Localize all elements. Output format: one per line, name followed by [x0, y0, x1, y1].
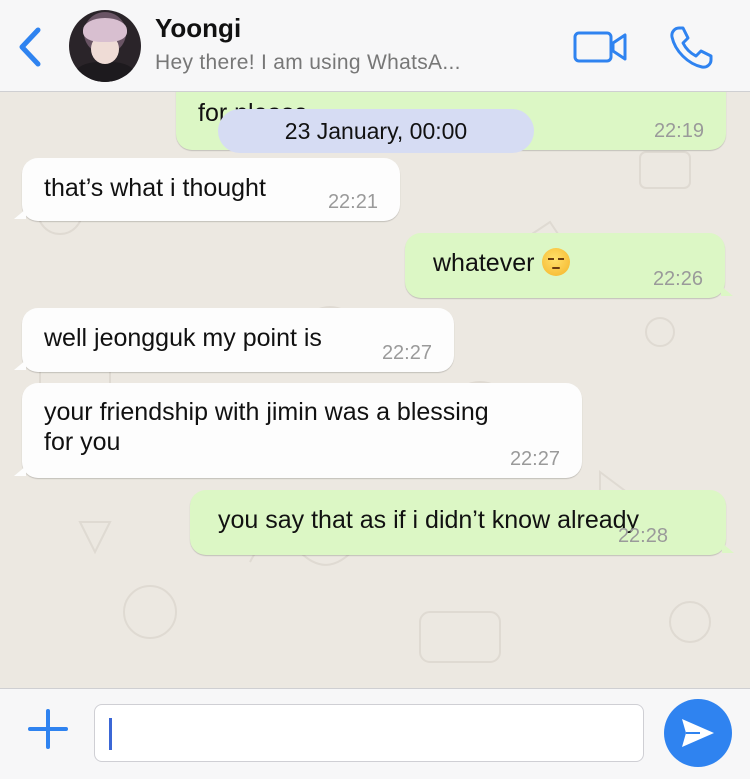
message-text: that’s what i thought [44, 174, 266, 202]
message-time: 22:28 [617, 525, 668, 547]
message-bubble-outgoing[interactable]: whatever 22:26 [405, 233, 733, 298]
message-text: well jeongguk my point is [44, 324, 322, 352]
message-input[interactable] [94, 704, 644, 762]
message-time: 22:19 [653, 120, 704, 142]
message-text: whatever [433, 248, 571, 279]
message-bubble-incoming[interactable]: that’s what i thought 22:21 [14, 158, 400, 221]
avatar[interactable] [69, 10, 141, 82]
message-text-content: whatever [433, 249, 535, 277]
back-chevron-icon[interactable] [14, 26, 46, 68]
message-text: you say that as if i didn’t know already [218, 506, 640, 534]
message-text-line-2: for you [44, 428, 121, 456]
message-bubble-outgoing[interactable]: you say that as if i didn’t know already… [190, 490, 734, 555]
composer-bar [0, 688, 750, 779]
message-bubble-incoming[interactable]: well jeongguk my point is 22:27 [14, 308, 454, 372]
message-time: 22:27 [509, 448, 560, 470]
contact-name[interactable]: Yoongi [155, 13, 241, 44]
unamused-face-icon [542, 248, 571, 276]
phone-call-icon[interactable] [667, 24, 715, 72]
message-time: 22:26 [652, 268, 703, 290]
date-separator: 23 January, 00:00 [218, 109, 534, 153]
message-time: 22:27 [381, 342, 432, 364]
message-bubble-incoming[interactable]: your friendship with jimin was a blessin… [14, 383, 582, 478]
message-time: 22:21 [327, 191, 378, 213]
send-icon [682, 719, 714, 747]
video-call-icon[interactable] [573, 30, 627, 64]
chat-header: Yoongi Hey there! I am using WhatsA... [0, 0, 750, 92]
plus-icon[interactable] [28, 709, 68, 749]
contact-status[interactable]: Hey there! I am using WhatsA... [155, 51, 461, 75]
send-button[interactable] [664, 699, 732, 767]
message-text-line-1: your friendship with jimin was a blessin… [44, 398, 489, 426]
chat-area[interactable]: for please 22:19 23 January, 00:00 that’… [0, 92, 750, 688]
text-caret [109, 718, 112, 750]
